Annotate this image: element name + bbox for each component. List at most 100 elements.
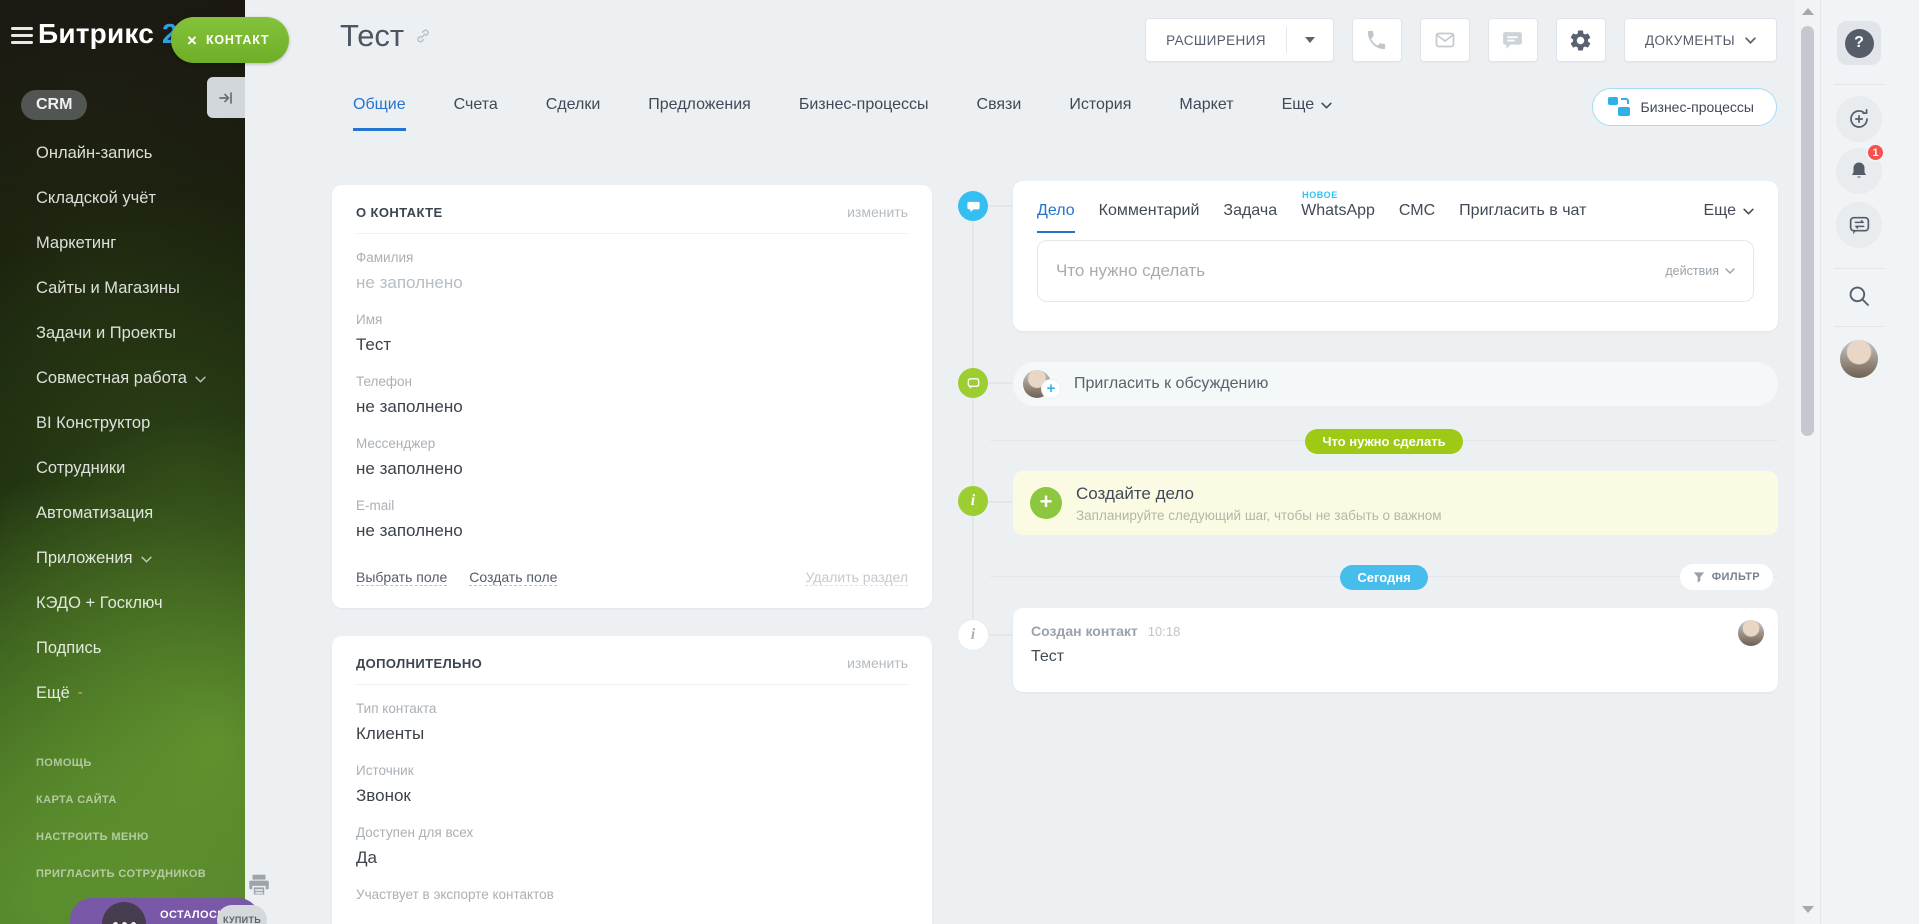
hamburger-menu-icon[interactable]	[11, 27, 33, 48]
settings-button[interactable]	[1556, 18, 1606, 62]
sidebar-item-more[interactable]: Ещё-	[36, 681, 236, 705]
sidebar-item-automation[interactable]: Автоматизация	[36, 501, 236, 525]
updates-button[interactable]	[1836, 96, 1882, 142]
phone-icon	[1365, 29, 1388, 52]
dash-icon: -	[78, 681, 83, 705]
search-button[interactable]	[1846, 283, 1872, 309]
question-icon: ?	[1845, 29, 1874, 58]
field-export-participation[interactable]: Участвует в экспорте контактов	[356, 887, 908, 902]
sidebar-footer-invite-employees[interactable]: ПРИГЛАСИТЬ СОТРУДНИКОВ	[36, 868, 206, 880]
sidebar-footer-help[interactable]: ПОМОЩЬ	[36, 757, 206, 769]
sidebar-item-online-booking[interactable]: Онлайн-запись	[36, 141, 236, 165]
today-divider-row: Сегодня ФИЛЬТР	[990, 564, 1778, 590]
scrollbar-thumb[interactable]	[1801, 26, 1814, 436]
page-scrollbar[interactable]	[1795, 0, 1820, 924]
sidebar-item-tasks-projects[interactable]: Задачи и Проекты	[36, 321, 236, 345]
sidebar-footer-configure-menu[interactable]: НАСТРОИТЬ МЕНЮ	[36, 831, 206, 843]
activity-tab-todo[interactable]: Дело	[1037, 202, 1075, 233]
sidebar-item-apps[interactable]: Приложения	[36, 546, 236, 570]
extensions-dropdown-button[interactable]	[1287, 37, 1333, 43]
scroll-down-icon[interactable]	[1802, 906, 1814, 913]
close-icon[interactable]: ×	[187, 32, 197, 49]
print-button[interactable]	[246, 872, 272, 898]
envelope-icon	[1433, 28, 1457, 52]
field-lastname[interactable]: Фамилия не заполнено	[356, 250, 908, 295]
activity-tab-more[interactable]: Еще	[1703, 202, 1754, 220]
tab-history[interactable]: История	[1069, 96, 1131, 131]
field-phone[interactable]: Телефон не заполнено	[356, 374, 908, 419]
todo-actions-dropdown[interactable]: действия	[1665, 264, 1735, 278]
timeline-entry-card[interactable]: Создан контакт 10:18 Тест	[1013, 608, 1778, 692]
invite-to-discussion-bar[interactable]: + Пригласить к обсуждению	[1013, 362, 1778, 406]
sidebar-item-marketing[interactable]: Маркетинг	[36, 231, 236, 255]
sidebar-item-collaboration[interactable]: Совместная работа	[36, 366, 236, 390]
license-bar[interactable]: ОСТАЛОСЬ КУПИТЬ	[70, 898, 260, 924]
contact-pill-label: КОНТАКТ	[206, 33, 269, 47]
tab-quotes[interactable]: Предложения	[648, 96, 751, 131]
messenger-button[interactable]	[1836, 202, 1882, 248]
add-activity-icon[interactable]: +	[1030, 487, 1062, 519]
filter-button[interactable]: ФИЛЬТР	[1680, 564, 1773, 590]
todo-pill[interactable]: Что нужно сделать	[1305, 429, 1462, 454]
sidebar-item-crm[interactable]: CRM	[21, 90, 87, 120]
todo-input-box: действия	[1037, 240, 1754, 302]
sidebar-item-kedo[interactable]: КЭДО + Госключ	[36, 591, 236, 615]
add-participant-icon[interactable]: +	[1042, 380, 1060, 398]
chevron-down-icon	[1321, 102, 1332, 109]
contact-breadcrumb-pill[interactable]: × КОНТАКТ	[171, 17, 289, 63]
select-field-link[interactable]: Выбрать поле	[356, 569, 447, 586]
license-remaining-label: ОСТАЛОСЬ	[160, 909, 226, 921]
delete-section-link[interactable]: Удалить раздел	[805, 569, 908, 586]
sidebar-item-signature[interactable]: Подпись	[36, 636, 236, 660]
buy-button[interactable]: КУПИТЬ	[217, 905, 267, 924]
new-badge: НОВОЕ	[1302, 190, 1338, 200]
discussion-bubble-icon	[958, 368, 988, 398]
activity-tabs: Дело Комментарий Задача НОВОЕ WhatsApp С…	[1013, 181, 1778, 233]
field-source[interactable]: Источник Звонок	[356, 763, 908, 808]
extensions-button[interactable]: РАСШИРЕНИЯ	[1145, 18, 1334, 62]
sidebar-item-employees[interactable]: Сотрудники	[36, 456, 236, 480]
app-logo[interactable]: Битрикс 2	[38, 18, 178, 50]
activity-tab-whatsapp[interactable]: НОВОЕ WhatsApp	[1301, 202, 1375, 231]
create-activity-hint-card[interactable]: + Создайте дело Запланируйте следующий ш…	[1013, 471, 1778, 535]
tab-business-processes[interactable]: Бизнес-процессы	[799, 96, 929, 131]
field-email[interactable]: E-mail не заполнено	[356, 498, 908, 543]
sidebar-item-inventory[interactable]: Складской учёт	[36, 186, 236, 210]
field-messenger[interactable]: Мессенджер не заполнено	[356, 436, 908, 481]
sidebar-item-bi-builder[interactable]: BI Конструктор	[36, 411, 236, 435]
activity-tab-sms[interactable]: СМС	[1399, 202, 1435, 231]
field-available-for-all[interactable]: Доступен для всех Да	[356, 825, 908, 870]
tab-relations[interactable]: Связи	[977, 96, 1022, 131]
sidebar-footer-sitemap[interactable]: КАРТА САЙТА	[36, 794, 206, 806]
today-pill[interactable]: Сегодня	[1340, 565, 1427, 590]
about-edit-link[interactable]: изменить	[847, 204, 908, 220]
tab-more[interactable]: Еще	[1282, 96, 1333, 131]
funnel-icon	[1693, 571, 1705, 584]
documents-button[interactable]: ДОКУМЕНТЫ	[1624, 18, 1777, 62]
activity-tab-task[interactable]: Задача	[1223, 202, 1277, 231]
user-avatar[interactable]	[1840, 340, 1878, 378]
tab-deals[interactable]: Сделки	[546, 96, 601, 131]
tab-invoices[interactable]: Счета	[454, 96, 498, 131]
help-button[interactable]: ?	[1837, 21, 1881, 65]
field-contact-type[interactable]: Тип контакта Клиенты	[356, 701, 908, 746]
sidebar-item-sites-stores[interactable]: Сайты и Магазины	[36, 276, 236, 300]
todo-input[interactable]	[1056, 261, 1653, 281]
chat-button[interactable]	[1488, 18, 1538, 62]
copy-link-icon[interactable]	[414, 27, 432, 45]
email-button[interactable]	[1420, 18, 1470, 62]
activity-tab-comment[interactable]: Комментарий	[1099, 202, 1200, 231]
create-field-link[interactable]: Создать поле	[469, 569, 557, 586]
sidebar-menu: CRM Онлайн-запись Складской учёт Маркети…	[36, 90, 236, 726]
scroll-up-icon[interactable]	[1802, 8, 1814, 15]
business-processes-button[interactable]: Бизнес-процессы	[1592, 88, 1777, 126]
chat-bubble-icon	[1500, 28, 1525, 53]
tab-market[interactable]: Маркет	[1179, 96, 1233, 131]
call-button[interactable]	[1352, 18, 1402, 62]
activity-tab-invite-chat[interactable]: Пригласить в чат	[1459, 202, 1586, 231]
tab-general[interactable]: Общие	[353, 96, 406, 131]
field-firstname[interactable]: Имя Тест	[356, 312, 908, 357]
business-process-icon	[1607, 96, 1631, 118]
additional-edit-link[interactable]: изменить	[847, 655, 908, 671]
timeline-line	[972, 212, 974, 635]
